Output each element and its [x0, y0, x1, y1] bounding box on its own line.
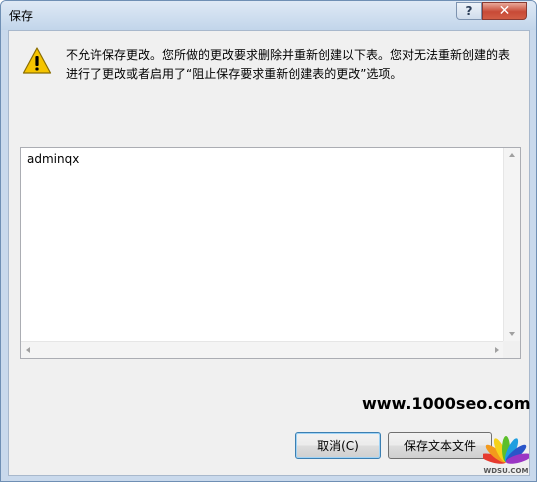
- scroll-right-arrow-icon[interactable]: [495, 347, 499, 353]
- scrollbar-corner: [503, 341, 520, 358]
- close-button[interactable]: ✕: [482, 2, 527, 20]
- horizontal-scrollbar[interactable]: [21, 341, 504, 358]
- cancel-button[interactable]: 取消(C): [295, 432, 381, 459]
- warning-message: 不允许保存更改。您所做的更改要求删除并重新创建以下表。您对无法重新创建的表进行了…: [66, 48, 511, 81]
- title-bar[interactable]: 保存 ? ✕: [1, 1, 536, 30]
- help-icon: ?: [465, 4, 473, 18]
- save-text-file-button[interactable]: 保存文本文件: [388, 432, 492, 459]
- close-icon: ✕: [498, 3, 511, 19]
- logo-text: WDSU.COM: [483, 467, 529, 475]
- table-list[interactable]: adminqx: [20, 147, 521, 359]
- dialog-body: 不允许保存更改。您所做的更改要求删除并重新创建以下表。您对无法重新创建的表进行了…: [8, 30, 531, 476]
- list-item[interactable]: adminqx: [27, 152, 79, 166]
- warning-icon: [22, 47, 52, 74]
- save-dialog-window: 保存 ? ✕ 不允许保存更改。您所做的更改要求删除并重新创建以下表。您对无法重新…: [0, 0, 537, 482]
- scroll-up-arrow-icon[interactable]: [509, 153, 515, 157]
- scroll-down-arrow-icon[interactable]: [509, 332, 515, 336]
- help-button[interactable]: ?: [456, 2, 482, 20]
- vertical-scrollbar[interactable]: [503, 148, 520, 341]
- scroll-left-arrow-icon[interactable]: [26, 347, 30, 353]
- watermark-url: www.1000seo.com: [362, 394, 531, 413]
- window-title: 保存: [9, 9, 34, 23]
